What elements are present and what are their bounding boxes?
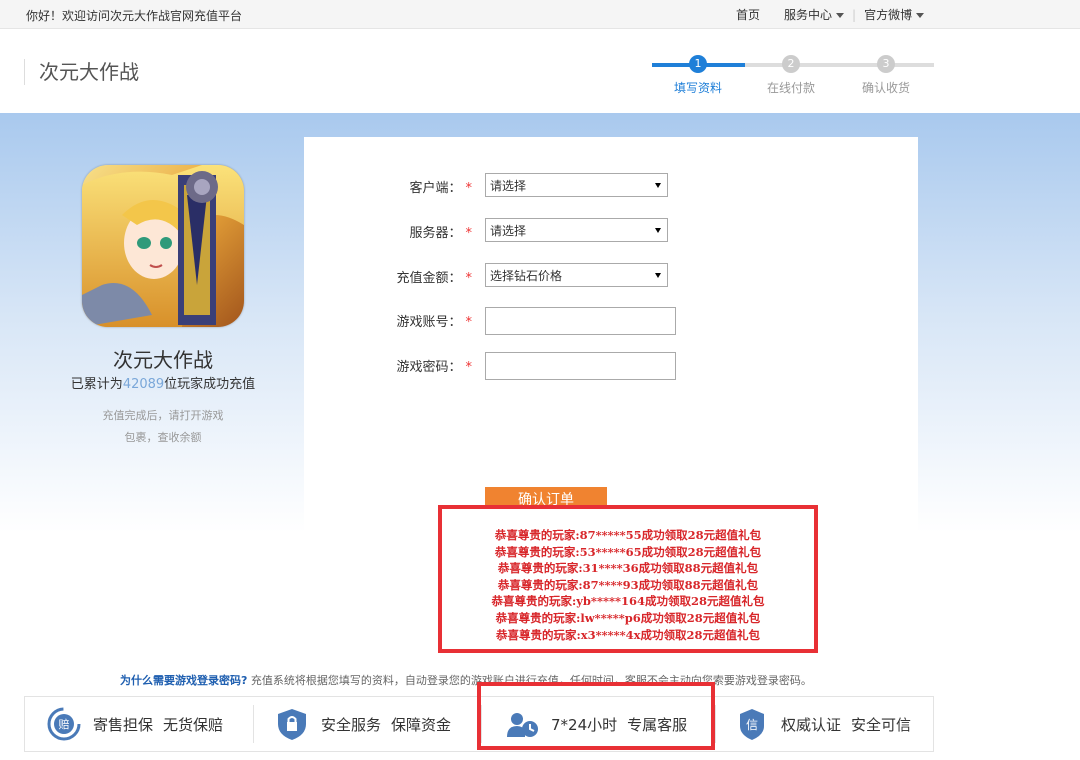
promo-list: 恭喜尊贵的玩家:87*****55成功领取28元超值礼包 恭喜尊贵的玩家:53*… <box>442 509 814 643</box>
step-label: 填写资料 <box>673 81 722 95</box>
required-mark: * <box>465 226 473 241</box>
step-label: 确认收货 <box>861 81 910 95</box>
account-input[interactable] <box>485 307 676 335</box>
promo-line: 恭喜尊贵的玩家:yb*****164成功领取28元超值礼包 <box>491 594 765 609</box>
amount-row: 充值金额： * 选择钻石价格 <box>304 263 918 289</box>
why-question: 为什么需要游戏登录密码? <box>120 674 248 687</box>
feature-text-b: 安全可信 <box>851 715 912 734</box>
amount-select[interactable]: 选择钻石价格 <box>485 263 668 287</box>
nav-home-link[interactable]: 首页 <box>736 6 760 23</box>
feature-text-b: 保障资金 <box>391 715 452 734</box>
step-fill-info: 1 填写资料 <box>658 55 738 96</box>
account-label: 游戏账号： * <box>396 311 472 330</box>
dropdown-arrow-icon <box>655 183 661 188</box>
chevron-down-icon <box>836 13 845 18</box>
step-number: 2 <box>782 55 800 73</box>
brand-title: 次元大作战 <box>24 59 139 85</box>
server-label: 服务器： * <box>409 222 472 241</box>
nav-weibo-label: 官方微博 <box>864 8 913 22</box>
count-prefix: 已累计为 <box>70 377 123 392</box>
trust-icon: 信 <box>740 709 764 740</box>
hint-line-2: 包裹，查收余额 <box>124 431 202 444</box>
server-select-value: 请选择 <box>490 224 527 238</box>
required-mark: * <box>465 181 473 196</box>
promo-notice-box: 恭喜尊贵的玩家:87*****55成功领取28元超值礼包 恭喜尊贵的玩家:53*… <box>438 505 818 653</box>
server-select[interactable]: 请选择 <box>485 218 668 242</box>
feature-guarantee: 赔 寄售担保 无货保赔 <box>47 697 223 751</box>
game-icon-image <box>82 165 244 327</box>
password-input[interactable] <box>485 352 676 380</box>
count-suffix: 位玩家成功充值 <box>164 377 256 392</box>
feature-text-b: 无货保赔 <box>163 715 224 734</box>
client-row: 客户端： * 请选择 <box>304 173 918 199</box>
client-select-value: 请选择 <box>490 179 527 193</box>
step-label: 在线付款 <box>766 81 815 95</box>
top-bar: 你好！欢迎访问次元大作战官网充值平台 首页 服务中心 | 官方微博 <box>0 0 1080 29</box>
step-confirm-receipt: 3 确认收货 <box>846 55 926 96</box>
count-number: 42089 <box>122 377 165 392</box>
nav-weibo[interactable]: 官方微博 <box>864 6 925 23</box>
feature-text-a: 安全服务 <box>321 715 382 734</box>
amount-select-value: 选择钻石价格 <box>490 269 563 283</box>
nav-service-label: 服务中心 <box>784 8 833 22</box>
lock-icon <box>278 709 306 740</box>
nav-divider: | <box>852 7 857 22</box>
recharge-count: 已累计为42089位玩家成功充值 <box>0 373 326 392</box>
amount-label-text: 充值金额： <box>396 271 462 286</box>
header: 次元大作战 1 填写资料 2 在线付款 3 确认收货 <box>0 29 1080 113</box>
step-number: 3 <box>877 55 895 73</box>
feature-divider <box>253 705 254 743</box>
promo-line: 恭喜尊贵的玩家:31****36成功领取88元超值礼包 <box>497 561 759 576</box>
feature-trust: 信 权威认证 安全可信 <box>735 697 911 751</box>
client-label: 客户端： * <box>409 177 472 196</box>
chevron-down-icon <box>916 13 925 18</box>
promo-line: 恭喜尊贵的玩家:87*****55成功领取28元超值礼包 <box>494 528 762 542</box>
client-select[interactable]: 请选择 <box>485 173 668 197</box>
dropdown-arrow-icon <box>655 273 661 278</box>
top-nav: 首页 服务中心 | 官方微博 <box>736 6 925 23</box>
promo-line: 恭喜尊贵的玩家:x3*****4x成功领取28元超值礼包 <box>495 627 761 642</box>
required-mark: * <box>465 315 473 330</box>
feature-divider <box>715 705 716 743</box>
nav-service-center[interactable]: 服务中心 <box>784 6 845 23</box>
step-online-payment: 2 在线付款 <box>751 55 831 96</box>
welcome-text: 你好！欢迎访问次元大作战官网充值平台 <box>26 9 243 23</box>
feature-text-a: 权威认证 <box>781 715 842 734</box>
feature-security: 安全服务 保障资金 <box>275 697 451 751</box>
svg-text:赔: 赔 <box>59 717 70 731</box>
password-row: 游戏密码： * <box>304 352 918 380</box>
required-mark: * <box>465 271 473 286</box>
progress-steps: 1 填写资料 2 在线付款 3 确认收货 <box>650 55 935 105</box>
promo-line: 恭喜尊贵的玩家:87****93成功领取88元超值礼包 <box>497 577 759 592</box>
password-label: 游戏密码： * <box>396 356 472 375</box>
amount-label: 充值金额： * <box>396 267 472 286</box>
highlight-frame <box>477 682 715 750</box>
game-title: 次元大作战 <box>113 348 213 372</box>
account-label-text: 游戏账号： <box>396 315 462 330</box>
account-row: 游戏账号： * <box>304 307 918 335</box>
hint-line-1: 充值完成后，请打开游戏 <box>102 409 224 422</box>
promo-line: 恭喜尊贵的玩家:53*****65成功领取28元超值礼包 <box>494 544 762 559</box>
required-mark: * <box>465 360 473 375</box>
client-label-text: 客户端： <box>409 181 462 196</box>
feature-text-a: 寄售担保 <box>93 715 154 734</box>
svg-text:信: 信 <box>746 718 758 732</box>
guarantee-icon: 赔 <box>47 707 81 741</box>
dropdown-arrow-icon <box>655 228 661 233</box>
password-label-text: 游戏密码： <box>396 360 462 375</box>
server-label-text: 服务器： <box>409 226 462 241</box>
step-number: 1 <box>689 55 707 73</box>
promo-line: 恭喜尊贵的玩家:lw*****p6成功领取28元超值礼包 <box>495 610 761 625</box>
server-row: 服务器： * 请选择 <box>304 218 918 244</box>
